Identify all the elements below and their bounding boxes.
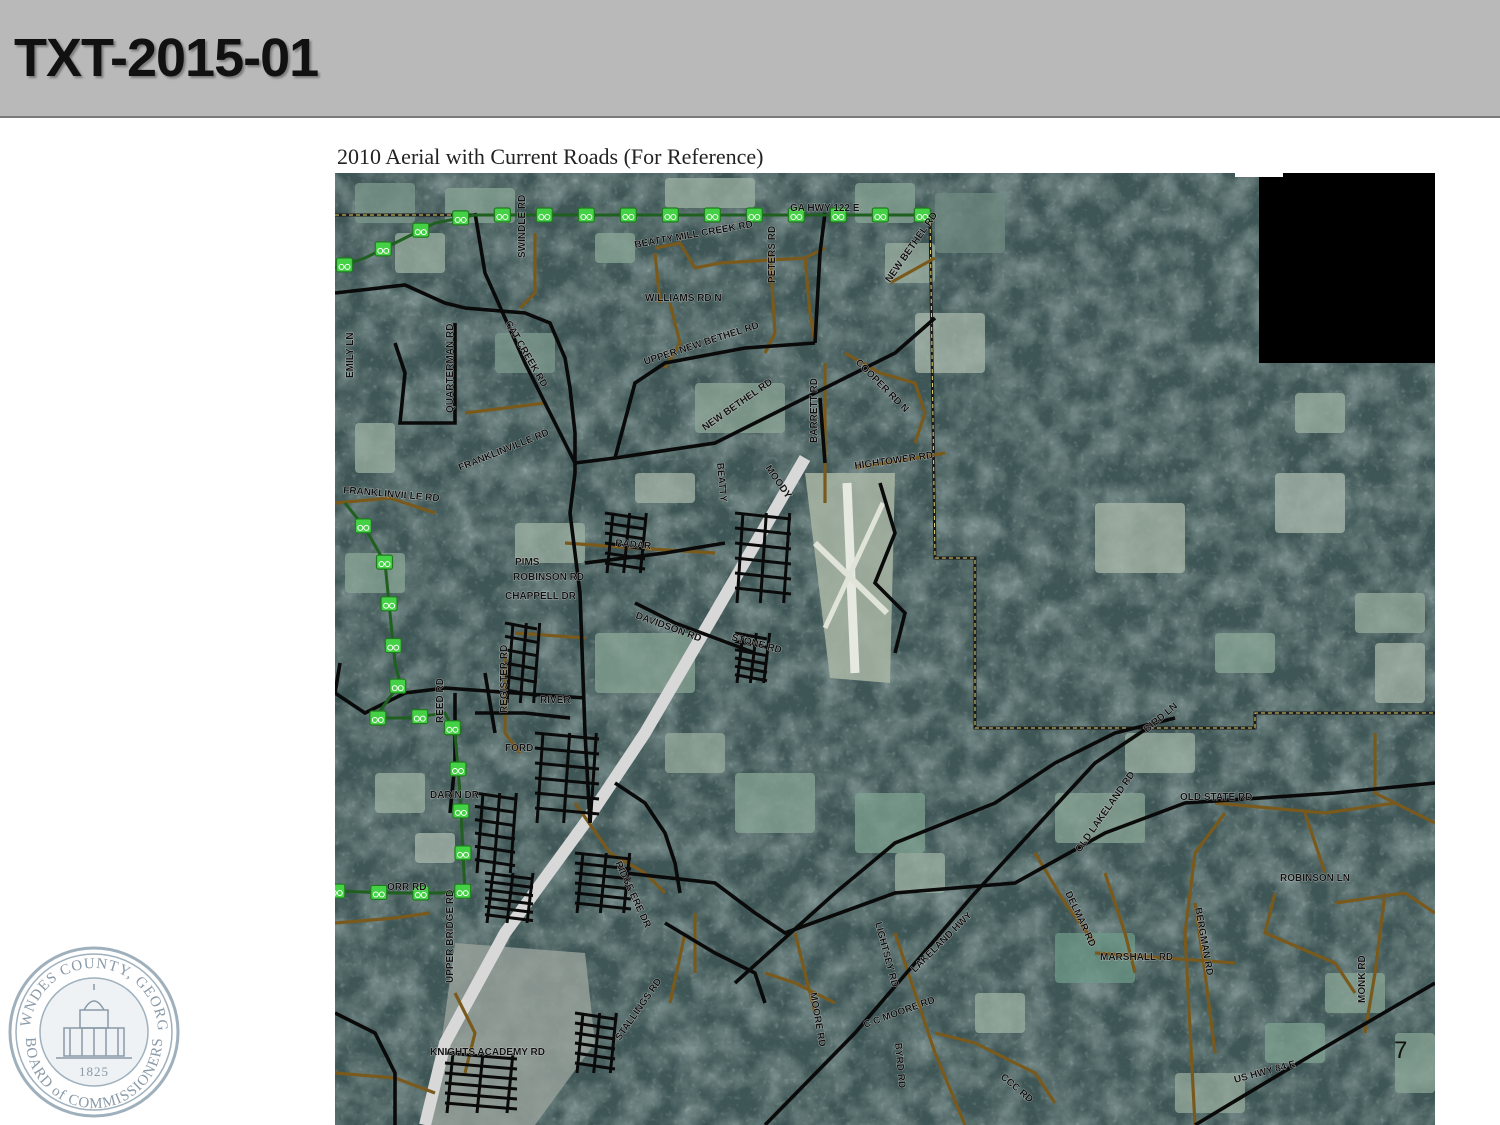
redacted-block <box>1259 173 1435 363</box>
road-label: QUARTERMAN RD <box>445 324 456 413</box>
road-label: DARIN DR <box>430 790 480 801</box>
bike-route-marker-icon <box>871 207 889 223</box>
road-label: EMILY LN <box>345 332 356 378</box>
road-label: REED RD <box>435 678 446 723</box>
bike-route-marker-icon <box>619 207 637 223</box>
bike-route-marker-icon <box>577 207 595 223</box>
road-label: REGISTER RD <box>499 645 510 713</box>
bike-route-marker-icon <box>375 554 394 570</box>
bike-route-marker-icon <box>535 207 553 223</box>
bike-route-marker-icon <box>389 678 407 694</box>
bike-route-marker-icon <box>443 720 461 736</box>
bike-route-marker-icon <box>335 257 354 273</box>
slide-header: TXT-2015-01 <box>0 0 1500 118</box>
bike-route-marker-icon <box>412 222 430 238</box>
road-label: ROBINSON LN <box>1280 873 1350 884</box>
map-edge-notch <box>1235 173 1283 177</box>
road-label: OLD STATE RD <box>1180 792 1252 803</box>
road-label: BARRETT RD <box>809 378 820 443</box>
bike-route-marker-icon <box>452 803 470 819</box>
seal-icon: LOWNDES COUNTY, GEORGIA BOARD of COMMISS… <box>0 932 180 1118</box>
road-label: SWINDLE RD <box>517 195 528 258</box>
road-label: WILLIAMS RD N <box>645 293 722 304</box>
bike-route-marker-icon <box>454 883 472 899</box>
bike-route-marker-icon <box>384 637 402 654</box>
road-label: ROBINSON RD <box>513 572 584 583</box>
bike-route-marker-icon <box>354 518 372 534</box>
aerial-map: GA HWY 122 E BEATTY MILL CREEK RD SWINDLE … <box>335 173 1435 1125</box>
seal-year: 1825 <box>79 1064 109 1079</box>
road-label: MARSHALL RD <box>1100 952 1173 963</box>
bike-route-marker-icon <box>703 207 721 223</box>
bike-route-marker-icon <box>449 761 467 777</box>
bike-route-marker-icon <box>452 210 470 226</box>
road-label: MONK RD <box>1357 955 1368 1003</box>
road-label: GA HWY 122 E <box>790 203 860 214</box>
map-caption: 2010 Aerial with Current Roads (For Refe… <box>337 144 764 169</box>
bike-route-marker-icon <box>335 883 346 899</box>
bike-route-marker-icon <box>661 207 679 223</box>
road-label: KNIGHTS ACADEMY RD <box>430 1047 545 1058</box>
road-label: CHAPPELL DR <box>505 591 577 602</box>
page-number: 7 <box>1394 1037 1408 1064</box>
road-label: FORD <box>505 743 533 754</box>
bike-route-marker-icon <box>380 596 398 612</box>
bike-route-marker-icon <box>374 241 392 257</box>
county-seal-logo: LOWNDES COUNTY, GEORGIA BOARD of COMMISS… <box>0 932 182 1120</box>
bike-route-marker-icon <box>493 207 511 223</box>
road-label: PETERS RD <box>767 226 778 283</box>
slide-title: TXT-2015-01 <box>14 28 319 88</box>
bike-route-marker-icon <box>370 884 388 901</box>
bike-route-marker-icon <box>454 845 472 861</box>
bike-route-marker-icon <box>369 710 387 726</box>
road-label: ORR RD <box>387 882 426 893</box>
bike-route-marker-icon <box>411 709 429 725</box>
aerial-map-canvas: GA HWY 122 EBEATTY MILL CREEK RDSWINDLE … <box>335 173 1435 1125</box>
road-label: UPPER BRIDGE RD <box>445 890 456 983</box>
road-label: RIVER <box>540 695 571 706</box>
road-label: PIMS <box>515 557 540 568</box>
